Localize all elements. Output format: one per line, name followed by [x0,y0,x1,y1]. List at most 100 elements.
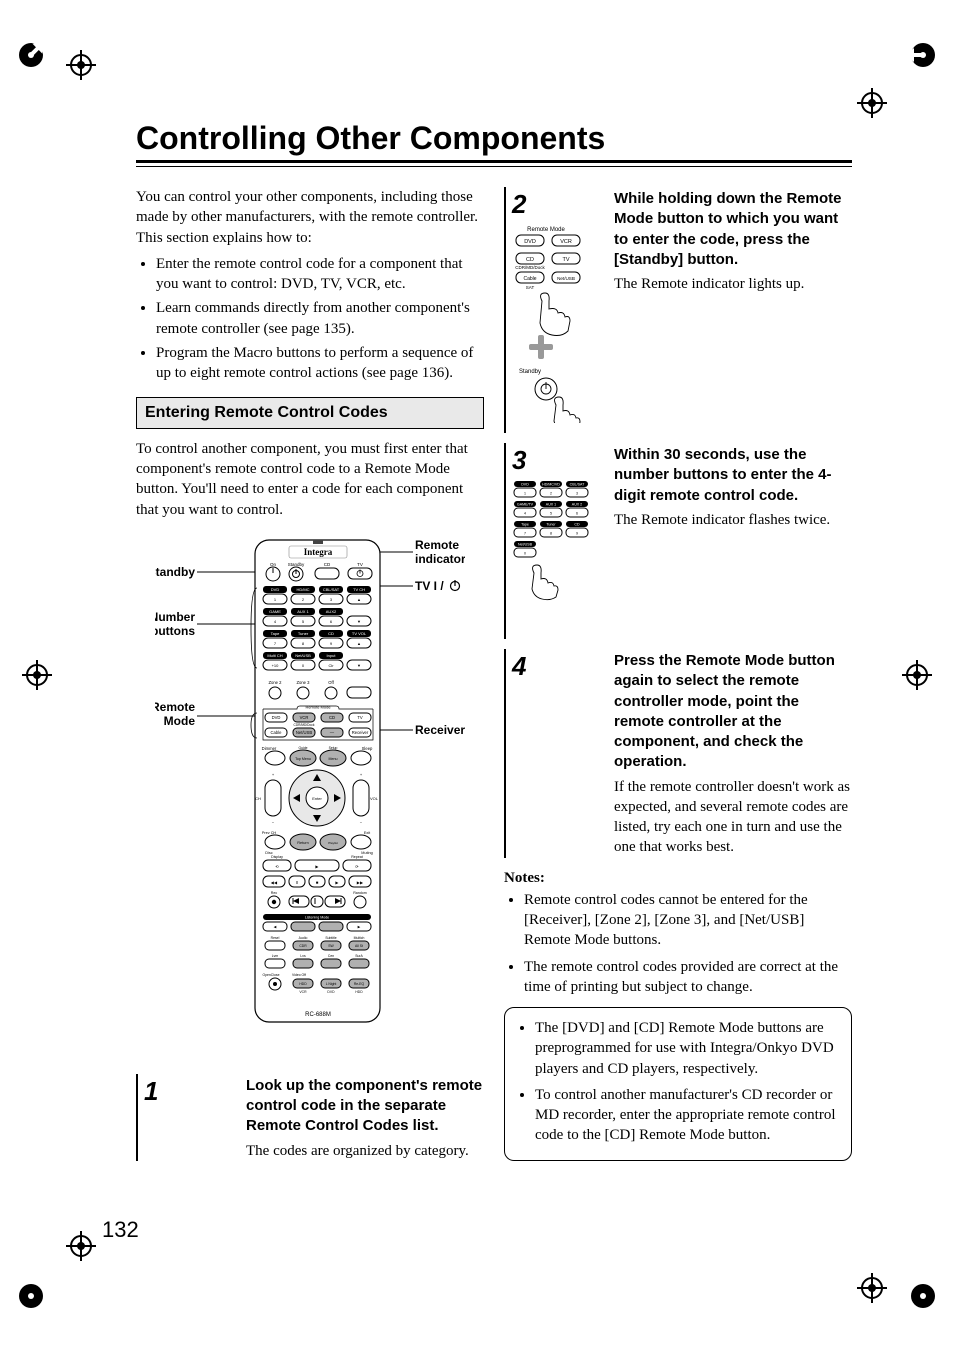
note-item: Remote control codes cannot be entered f… [524,890,852,951]
title-rule [136,160,852,167]
svg-text:Muting: Muting [361,851,372,855]
svg-text:OpenClose: OpenClose [263,973,280,977]
step-body: The codes are organized by category. [246,1141,484,1161]
step-heading: Press the Remote Mode button again to se… [614,651,852,773]
svg-text:HD/MC/VD: HD/MC/VD [542,483,560,487]
svg-text:RC-688M: RC-688M [305,1012,331,1018]
svg-text:Multi CH: Multi CH [267,653,282,658]
section-heading: Entering Remote Control Codes [136,397,484,429]
svg-text:Prev CH: Prev CH [262,831,277,835]
page-title: Controlling Other Components [136,120,852,157]
svg-text:Ⅱ: Ⅱ [296,880,298,885]
two-column-layout: You can control your other components, i… [136,187,852,1171]
svg-text:DVD: DVD [272,715,281,720]
crop-mark-bottom-left [14,1279,48,1313]
step-heading: While holding down the Remote Mode butto… [614,189,852,270]
svg-text:Subtitle: Subtitle [325,936,336,940]
left-column: You can control your other components, i… [136,187,484,1171]
step-right: While holding down the Remote Mode butto… [606,187,852,433]
step-number: 4 [512,653,602,679]
svg-text:CBL/SAT: CBL/SAT [323,587,340,592]
intro-paragraph: You can control your other components, i… [136,187,484,248]
intro-bullet: Learn commands directly from another com… [156,298,484,339]
svg-text:Listening Mode: Listening Mode [305,915,329,919]
registration-mark [902,660,932,690]
svg-text:Display: Display [271,855,283,859]
step-body: If the remote controller doesn't work as… [614,777,852,858]
label-standby: Standby [155,565,195,579]
registration-mark [857,1273,887,1303]
crop-mark-top-left [14,38,48,72]
step-3-figure: DVD HD/MC/VD CBL/SAT 1 2 3 GAME/TV AUX 1… [512,479,594,629]
svg-text:Number: Number [155,610,195,624]
svg-text:All St: All St [355,944,363,948]
content-area: Controlling Other Components You can con… [136,120,852,1171]
step-left: 3 DVD HD/MC/VD CBL/SAT 1 2 3 GAME/TV AUX… [504,443,606,639]
svg-text:6: 6 [576,512,578,516]
step-right: Within 30 seconds, use the number button… [606,443,852,639]
svg-text:▼: ▼ [357,663,361,668]
intro-bullet: Program the Macro buttons to perform a s… [156,343,484,384]
svg-text:GAME: GAME [269,609,281,614]
svg-text:Net/USB: Net/USB [557,276,575,281]
svg-text:Mode: Mode [164,714,196,728]
svg-text:CDR: CDR [299,944,307,948]
svg-text:Setup: Setup [329,746,338,750]
svg-text:Re-EQ: Re-EQ [354,982,365,986]
page: Controlling Other Components You can con… [0,0,954,1351]
svg-text:TV: TV [562,257,569,263]
svg-text:AUX 1: AUX 1 [297,609,309,614]
svg-text:Multich: Multich [354,936,365,940]
svg-text:Receiver: Receiver [352,730,369,735]
svg-text:Zone 2: Zone 2 [268,680,282,685]
svg-text:Return: Return [297,841,308,845]
svg-text:VCR: VCR [300,715,309,720]
step-left: 4 [504,649,606,858]
svg-text:Net/USB: Net/USB [295,653,311,658]
svg-text:SAT: SAT [526,285,535,290]
notes-box: The [DVD] and [CD] Remote Mode buttons a… [504,1007,852,1161]
svg-text:Receiver: Receiver [415,723,465,737]
step-heading: Look up the component's remote control c… [246,1076,484,1137]
svg-text:CH: CH [255,796,261,801]
step-body: The Remote indicator flashes twice. [614,510,852,530]
svg-text:⟲: ⟲ [275,864,279,869]
svg-text:CD: CD [324,562,331,567]
step-2: 2 Remote Mode DVD VCR CD TV CDR/MD/Dock … [504,187,852,433]
svg-text:Zone 3: Zone 3 [296,680,310,685]
svg-text:0: 0 [524,552,526,556]
svg-text:Off: Off [328,680,334,685]
svg-text:VOL: VOL [370,796,379,801]
svg-text:Enter: Enter [312,796,322,801]
svg-text:2: 2 [550,492,552,496]
svg-text:Standby: Standby [519,369,541,375]
svg-text:7: 7 [524,532,526,536]
svg-text:DVD: DVD [271,587,280,592]
section-paragraph: To control another component, you must f… [136,439,484,520]
svg-text:DVD: DVD [327,990,335,994]
svg-text:Cen: Cen [328,954,334,958]
svg-text:CD: CD [574,523,580,527]
step-1: 1 Look up the component's remote control… [136,1074,484,1161]
svg-text:Top Menu: Top Menu [295,757,311,761]
svg-text:CBL/SAT: CBL/SAT [570,483,586,487]
svg-text:SW: SW [328,944,334,948]
svg-text:Clr: Clr [328,663,334,668]
svg-text:Repeat: Repeat [351,855,363,859]
svg-text:Sleep: Sleep [362,746,373,751]
svg-text:9: 9 [576,532,578,536]
svg-text:AUX 1: AUX 1 [546,503,556,507]
svg-text:Net/USB: Net/USB [296,730,312,735]
svg-text:▼: ▼ [357,619,361,624]
svg-text:DVD: DVD [521,483,529,487]
svg-text:TV CH: TV CH [353,587,365,592]
svg-text:On: On [270,562,277,567]
svg-text:Remote: Remote [155,700,195,714]
right-column: 2 Remote Mode DVD VCR CD TV CDR/MD/Dock … [504,187,852,1171]
svg-text:indicator: indicator [415,552,465,566]
crop-mark-top-right [906,38,940,72]
svg-text:AUX2: AUX2 [326,609,337,614]
note-item: The remote control codes provided are co… [524,957,852,998]
svg-text:5: 5 [550,512,552,516]
svg-text:SurA: SurA [355,954,363,958]
